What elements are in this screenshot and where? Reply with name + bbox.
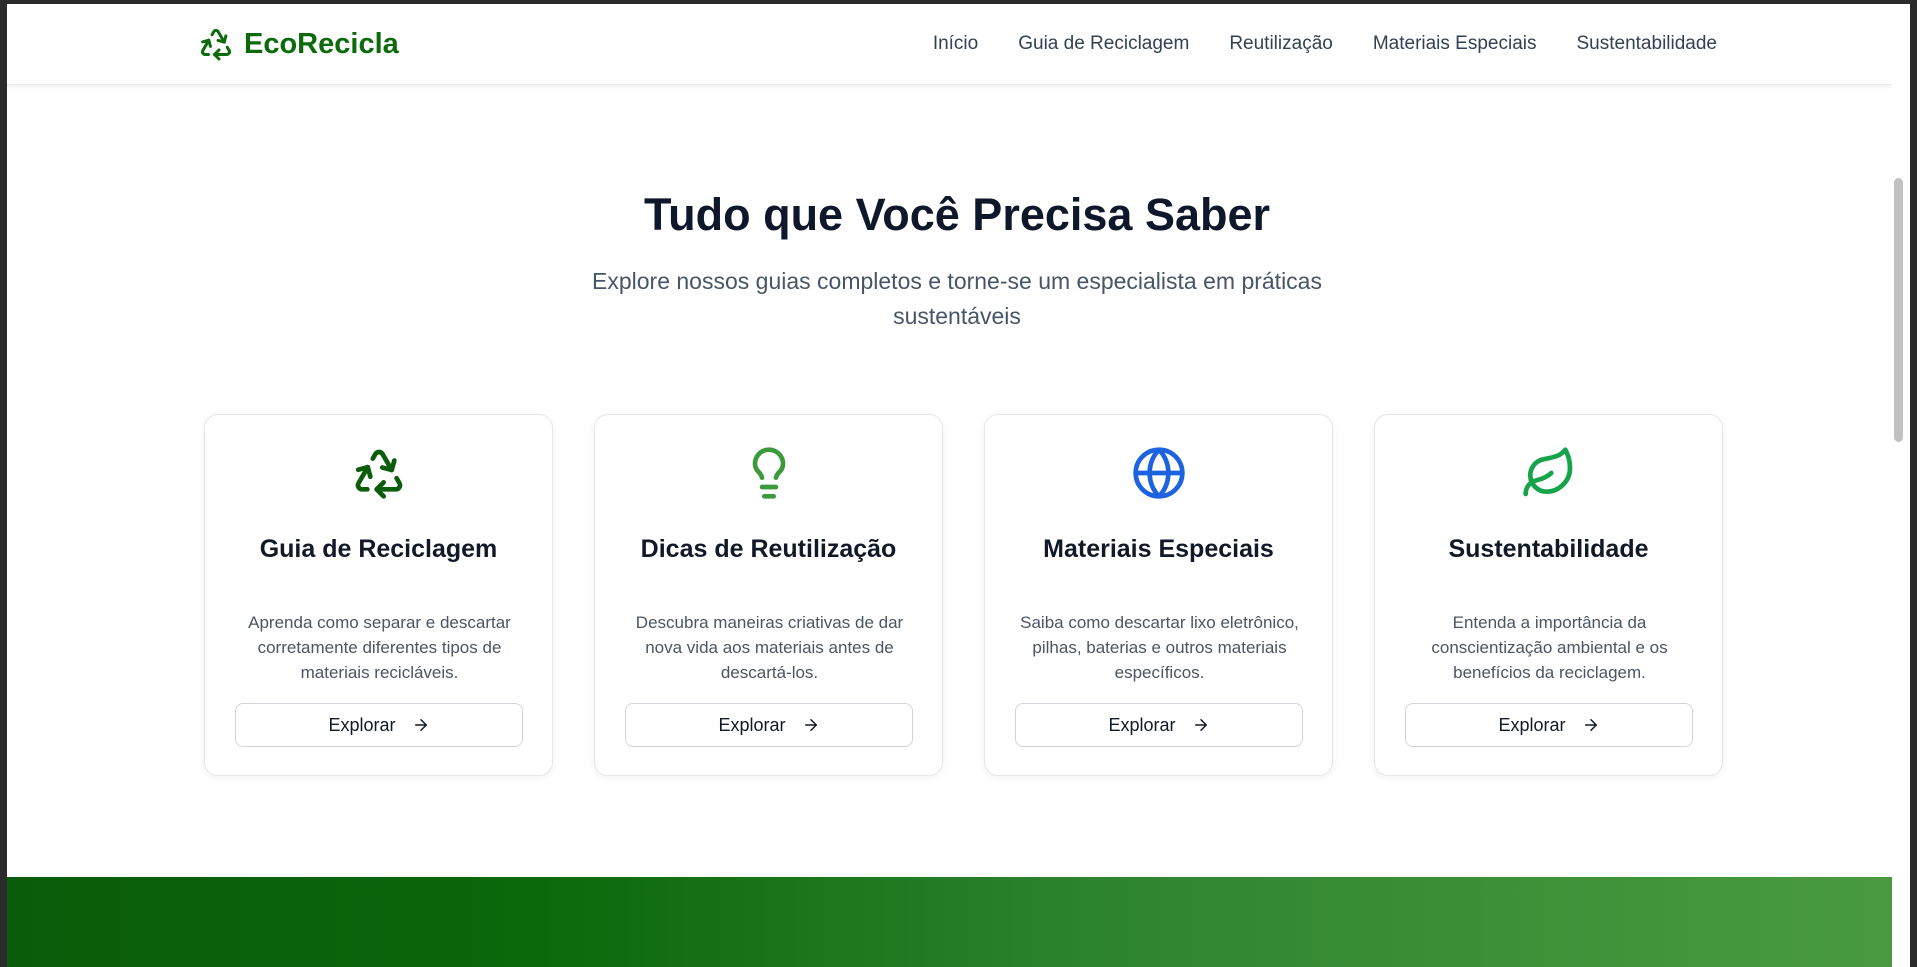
feature-cards: Guia de Reciclagem Aprenda como separar …: [204, 414, 1723, 776]
lightbulb-icon: [752, 447, 786, 499]
arrow-right-icon: [1584, 719, 1597, 731]
cta-banner: [7, 877, 1892, 967]
card-title: Guia de Reciclagem: [259, 535, 498, 563]
nav-link-inicio[interactable]: Início: [933, 33, 978, 55]
card-title: Sustentabilidade: [1448, 535, 1649, 563]
arrow-right-icon: [1194, 719, 1207, 731]
explore-button-label: Explorar: [718, 714, 786, 735]
arrow-right-icon: [414, 719, 427, 731]
nav-link-guia-reciclagem[interactable]: Guia de Reciclagem: [1018, 33, 1189, 55]
explore-button[interactable]: Explorar: [1405, 703, 1693, 747]
scrollbar-track[interactable]: [1892, 4, 1910, 967]
explore-button-label: Explorar: [1108, 714, 1176, 735]
explore-button[interactable]: Explorar: [625, 703, 913, 747]
navbar: EcoRecicla Início Guia de Reciclagem Reu…: [7, 4, 1892, 85]
nav-links: Início Guia de Reciclagem Reutilização M…: [933, 24, 1717, 64]
card-description: Entenda a importância da conscientização…: [1431, 613, 1668, 682]
globe-icon: [1133, 447, 1185, 499]
explore-button-label: Explorar: [1498, 714, 1566, 735]
scrollbar-thumb[interactable]: [1894, 178, 1903, 442]
recycle-icon: [201, 28, 231, 61]
explore-button[interactable]: Explorar: [235, 703, 523, 747]
feature-card-reciclagem: Guia de Reciclagem Aprenda como separar …: [204, 414, 553, 776]
feature-card-sustentabilidade: Sustentabilidade Entenda a importância d…: [1374, 414, 1723, 776]
explore-button-label: Explorar: [328, 714, 396, 735]
card-title: Dicas de Reutilização: [640, 535, 897, 563]
page-viewport: EcoRecicla Início Guia de Reciclagem Reu…: [7, 4, 1892, 967]
nav-link-sustentabilidade[interactable]: Sustentabilidade: [1577, 33, 1718, 55]
feature-card-materiais-especiais: Materiais Especiais Saiba como descartar…: [984, 414, 1333, 776]
arrow-right-icon: [804, 719, 817, 731]
page-subtitle: Explore nossos guias completos e torne-s…: [592, 268, 1322, 329]
card-description: Saiba como descartar lixo eletrônico, pi…: [1020, 613, 1299, 682]
leaf-icon: [1523, 447, 1573, 497]
card-title: Materiais Especiais: [1043, 535, 1274, 563]
nav-link-materiais-especiais[interactable]: Materiais Especiais: [1373, 33, 1537, 55]
card-description: Aprenda como separar e descartar correta…: [248, 613, 511, 682]
brand-name: EcoRecicla: [244, 27, 399, 60]
recycle-icon: [355, 449, 403, 499]
feature-card-reutilizacao: Dicas de Reutilização Descubra maneiras …: [594, 414, 943, 776]
nav-link-reutilizacao[interactable]: Reutilização: [1229, 33, 1333, 55]
page-title: Tudo que Você Precisa Saber: [643, 189, 1271, 240]
brand-logo-link[interactable]: EcoRecicla: [198, 24, 399, 64]
explore-button[interactable]: Explorar: [1015, 703, 1303, 747]
card-description: Descubra maneiras criativas de dar nova …: [635, 613, 904, 682]
